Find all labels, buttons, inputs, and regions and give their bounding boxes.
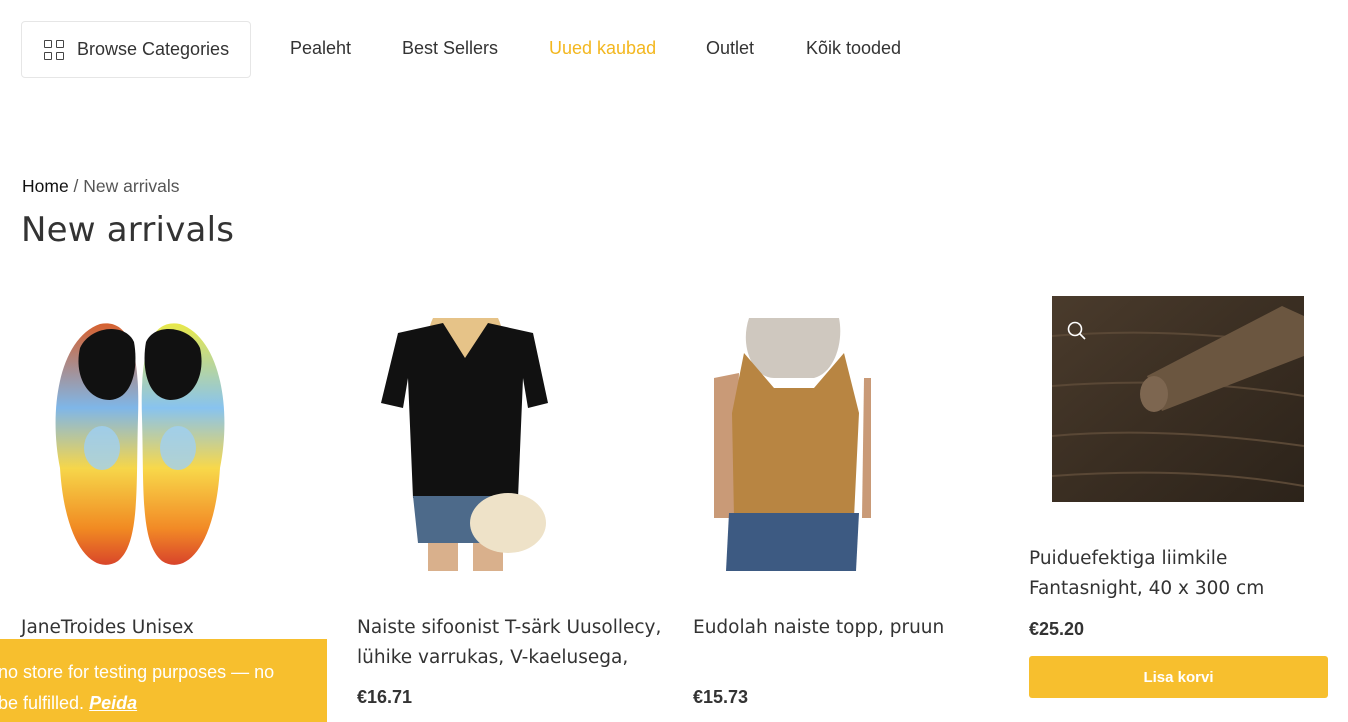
page-title: New arrivals: [21, 210, 235, 250]
dismiss-notice-link[interactable]: Peida: [89, 693, 137, 713]
breadcrumb: Home / New arrivals: [22, 176, 180, 197]
water-shoes-image[interactable]: [40, 318, 240, 570]
menu-item-pealeht[interactable]: Pealeht: [290, 38, 351, 59]
browse-categories-label: Browse Categories: [77, 39, 230, 59]
product-price: €15.73: [693, 687, 749, 707]
breadcrumb-home-link[interactable]: Home: [22, 176, 69, 196]
zoom-search-icon[interactable]: [1066, 320, 1088, 342]
top-navigation: Browse Categories Pealeht Best Sellers U…: [0, 0, 1348, 100]
menu-item-uued-kaubad[interactable]: Uued kaubad: [549, 38, 656, 59]
brown-tank-top-image[interactable]: [714, 318, 871, 571]
product-name[interactable]: Naiste sifoonist T-särk Uusollecy, lühik…: [357, 613, 667, 673]
browse-categories-button[interactable]: Browse Categories: [21, 21, 251, 78]
store-notice: no store for testing purposes — no be fu…: [0, 639, 327, 722]
grid-icon: [44, 39, 64, 60]
notice-line-1: no store for testing purposes — no: [0, 662, 275, 682]
add-to-cart-button[interactable]: Lisa korvi: [1029, 656, 1328, 698]
menu-item-koik-tooded[interactable]: Kõik tooded: [806, 38, 901, 59]
breadcrumb-current: New arrivals: [83, 176, 180, 196]
wood-film-image[interactable]: [1052, 296, 1304, 502]
product-price: €25.20: [1029, 619, 1085, 639]
breadcrumb-separator: /: [68, 176, 84, 196]
product-name[interactable]: Eudolah naiste topp, pruun: [693, 613, 993, 643]
black-blouse-image[interactable]: [378, 318, 553, 571]
product-name[interactable]: Puiduefektiga liimkile Fantasnight, 40 x…: [1029, 544, 1329, 604]
menu-item-outlet[interactable]: Outlet: [706, 38, 754, 59]
product-price: €16.71: [357, 687, 413, 707]
notice-line-2: be fulfilled.: [0, 693, 85, 713]
menu-item-best-sellers[interactable]: Best Sellers: [402, 38, 498, 59]
